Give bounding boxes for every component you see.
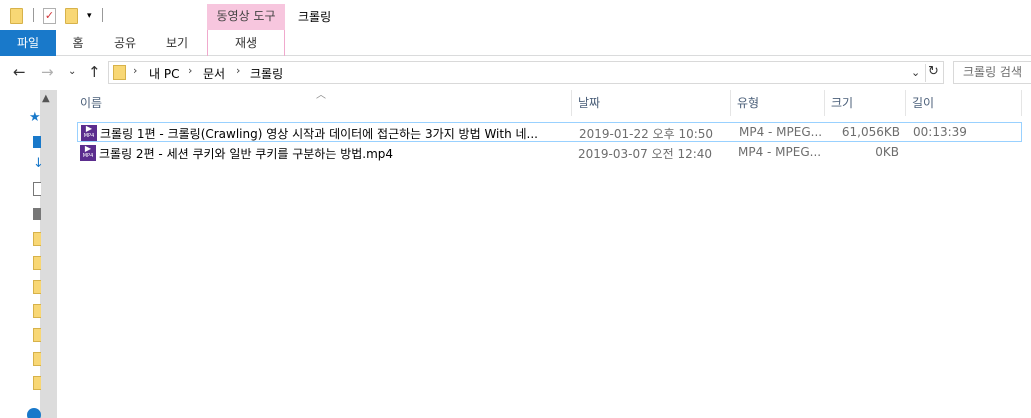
folder-icon[interactable]: [33, 328, 41, 342]
file-date: 2019-01-22 오후 10:50: [579, 127, 714, 141]
folder-icon[interactable]: [33, 352, 41, 366]
file-type: MP4 - MPEG...: [738, 145, 822, 159]
address-row: ← → ⌄ ↑ › 내 PC › 문서 › 크롤링 ⌄ ↻ 크롤링 검색: [0, 58, 1031, 88]
folder-icon[interactable]: [33, 376, 41, 390]
network-icon[interactable]: [27, 408, 41, 418]
folder-icon[interactable]: [33, 280, 41, 294]
breadcrumb-documents[interactable]: 문서: [203, 65, 225, 82]
breadcrumb-separator-icon[interactable]: ›: [236, 64, 240, 77]
back-arrow-icon[interactable]: ←: [13, 63, 26, 81]
column-header-name[interactable]: 이름: [74, 90, 571, 116]
column-header-size[interactable]: 크기: [825, 90, 905, 116]
title-bar: ✓ ▾ 동영상 도구 크롤링: [0, 0, 1031, 32]
tab-file[interactable]: 파일: [0, 30, 56, 56]
recent-locations-chevron-icon[interactable]: ⌄: [68, 66, 76, 77]
desktop-icon[interactable]: [33, 136, 41, 148]
folder-icon[interactable]: [33, 256, 41, 270]
column-header-date[interactable]: 날짜: [572, 90, 730, 116]
address-history-chevron-icon[interactable]: ⌄: [911, 66, 920, 79]
folder-icon[interactable]: [33, 232, 41, 246]
navigation-pane: ▲ ★ ↓: [0, 90, 58, 418]
file-row[interactable]: ▶ MP4 크롤링 1편 - 크롤링(Crawling) 영상 시작과 데이터에 …: [77, 122, 1022, 142]
tab-play[interactable]: 재생: [207, 30, 285, 56]
scroll-up-icon[interactable]: ▲: [42, 93, 50, 104]
column-header-type[interactable]: 유형: [731, 90, 824, 116]
breadcrumb-crawling[interactable]: 크롤링: [250, 65, 283, 82]
toolbar-divider: [33, 8, 34, 22]
forward-arrow-icon[interactable]: →: [41, 63, 54, 81]
tab-home[interactable]: 홈: [62, 30, 94, 56]
customize-toolbar-chevron-icon[interactable]: ▾: [87, 11, 92, 21]
mp4-file-icon: ▶ MP4: [80, 145, 96, 161]
breadcrumb-this-pc[interactable]: 내 PC: [149, 65, 179, 82]
refresh-icon[interactable]: ↻: [925, 64, 941, 82]
file-date: 2019-03-07 오전 12:40: [578, 147, 713, 161]
tab-share[interactable]: 공유: [106, 30, 144, 56]
documents-icon[interactable]: [33, 182, 41, 196]
up-arrow-icon[interactable]: ↑: [88, 63, 101, 81]
window-title: 크롤링: [298, 10, 332, 24]
file-name: 크롤링 1편 - 크롤링(Crawling) 영상 시작과 데이터에 접근하는 …: [100, 127, 538, 141]
video-tools-context-label: 동영상 도구: [207, 4, 285, 30]
mp4-file-icon: ▶ MP4: [81, 125, 97, 141]
ribbon-tabs: 파일 홈 공유 보기 재생: [0, 30, 1031, 56]
file-size: 61,056KB: [841, 125, 900, 139]
breadcrumb-separator-icon[interactable]: ›: [188, 64, 192, 77]
file-name: 크롤링 2편 - 세션 쿠키와 일반 쿠키를 구분하는 방법.mp4: [99, 147, 394, 161]
new-folder-icon[interactable]: [65, 8, 78, 24]
folder-icon: [113, 65, 126, 80]
address-bar[interactable]: › 내 PC › 문서 › 크롤링 ⌄ ↻: [108, 61, 944, 84]
breadcrumb-separator-icon[interactable]: ›: [133, 64, 137, 77]
file-size: 0KB: [875, 145, 899, 159]
toolbar-divider: [102, 8, 103, 22]
file-row[interactable]: ▶ MP4 크롤링 2편 - 세션 쿠키와 일반 쿠키를 구분하는 방법.mp4 …: [77, 143, 1022, 163]
nav-pane-scrollbar[interactable]: [40, 90, 57, 418]
pictures-icon[interactable]: [33, 208, 41, 220]
file-length: 00:13:39: [913, 125, 967, 139]
downloads-icon[interactable]: ↓: [33, 156, 44, 171]
folder-icon[interactable]: [33, 304, 41, 318]
quick-access-star-icon[interactable]: ★: [29, 110, 41, 125]
properties-icon[interactable]: ✓: [43, 8, 56, 24]
tab-view[interactable]: 보기: [158, 30, 196, 56]
folder-icon[interactable]: [10, 8, 23, 24]
search-input[interactable]: 크롤링 검색: [953, 61, 1031, 84]
file-type: MP4 - MPEG...: [739, 125, 823, 139]
column-divider[interactable]: [1021, 90, 1022, 116]
column-header-length[interactable]: 길이: [906, 90, 1021, 116]
